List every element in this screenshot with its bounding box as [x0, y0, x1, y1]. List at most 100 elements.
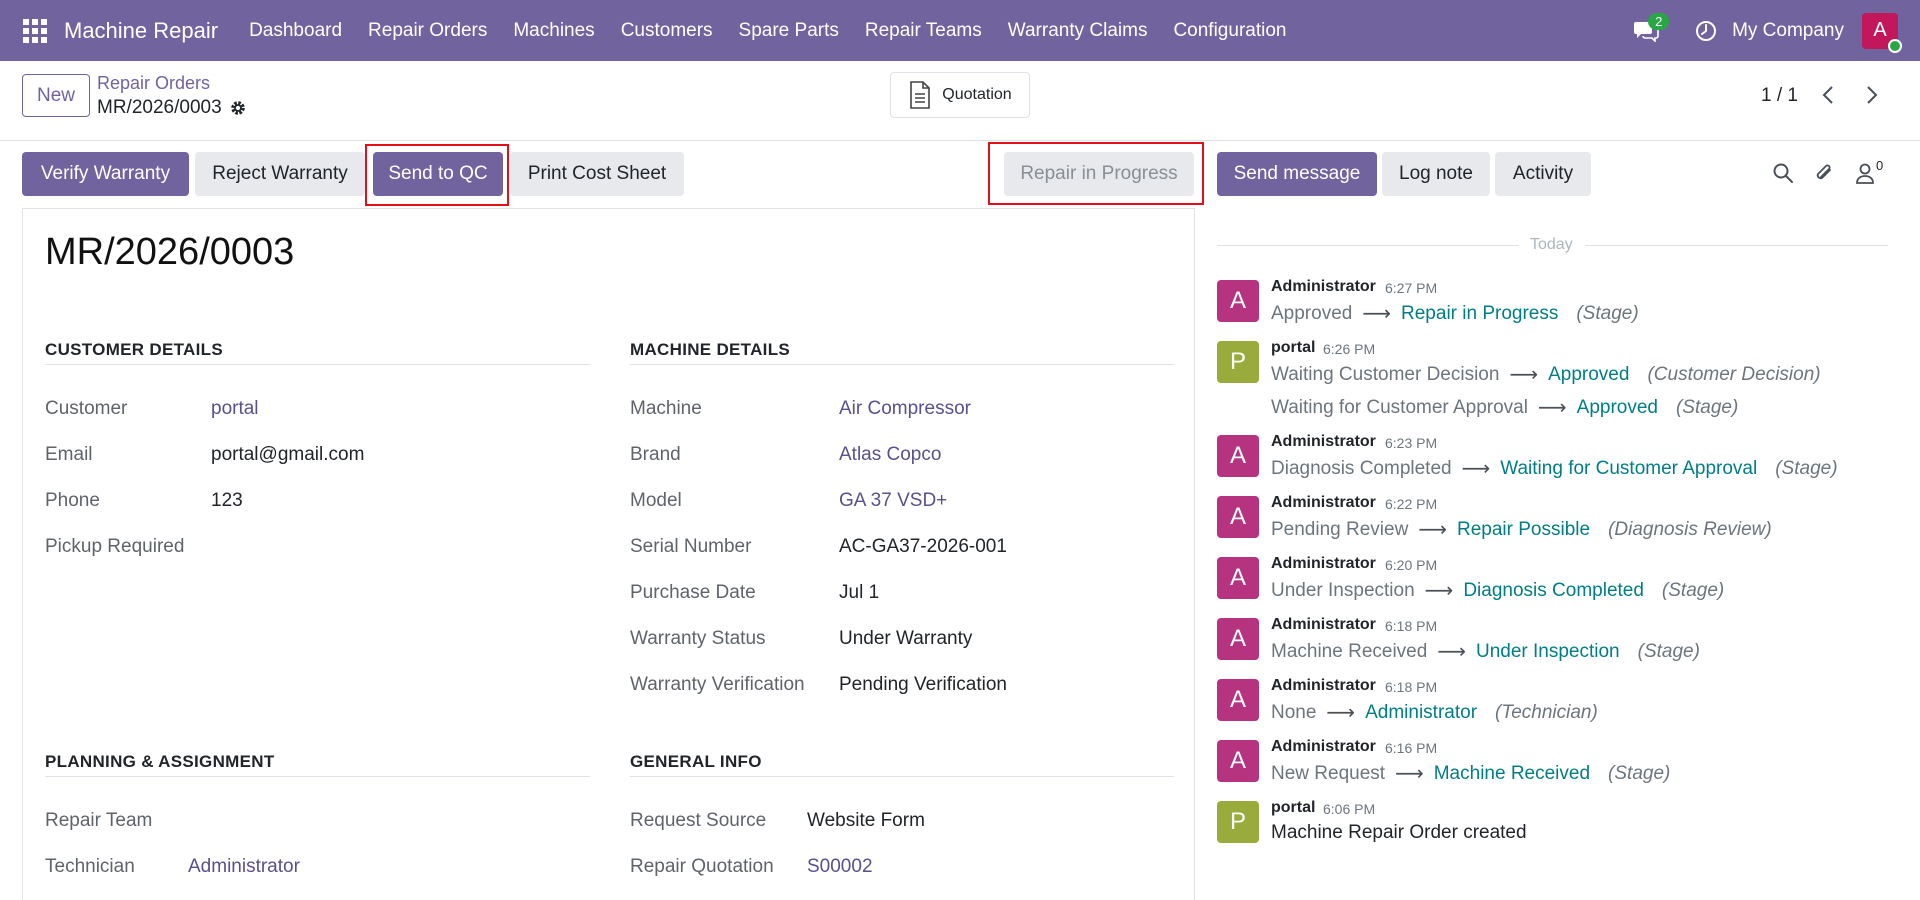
- machine-link[interactable]: Air Compressor: [839, 398, 971, 420]
- message-author[interactable]: Administrator: [1271, 555, 1376, 573]
- phone-field[interactable]: 123: [211, 490, 243, 512]
- message-author[interactable]: Administrator: [1271, 278, 1376, 296]
- warranty-verification-field[interactable]: Pending Verification: [839, 674, 1007, 696]
- activity-clock-icon[interactable]: [1686, 11, 1726, 51]
- warranty-status-field[interactable]: Under Warranty: [839, 628, 972, 650]
- menu-warranty-claims[interactable]: Warranty Claims: [995, 20, 1161, 42]
- old-value: Approved: [1271, 302, 1353, 324]
- user-icon: [1856, 163, 1874, 184]
- warranty-status-label: Warranty Status: [630, 628, 766, 649]
- tracking-change: Pending Review ⟶ Repair Possible (Diagnosis…: [1271, 517, 1772, 542]
- message-author[interactable]: Administrator: [1271, 494, 1376, 512]
- customer-link[interactable]: portal: [211, 398, 259, 420]
- verify-warranty-button[interactable]: Verify Warranty: [22, 152, 189, 196]
- chevron-left-icon[interactable]: [1816, 80, 1840, 110]
- date-divider-right: [1585, 245, 1888, 246]
- tracking-change: Waiting Customer Decision ⟶ Approved (Custo…: [1271, 362, 1821, 387]
- send-message-button[interactable]: Send message: [1217, 152, 1377, 196]
- model-label: Model: [630, 490, 682, 511]
- message-author[interactable]: portal: [1271, 799, 1315, 817]
- message-avatar[interactable]: A: [1217, 740, 1259, 782]
- serial-number-field[interactable]: AC-GA37-2026-001: [839, 536, 1007, 558]
- arrow-right-icon: ⟶: [1437, 641, 1466, 663]
- message-author[interactable]: Administrator: [1271, 433, 1376, 451]
- old-value: Waiting for Customer Approval: [1271, 396, 1528, 418]
- log-note-button[interactable]: Log note: [1382, 152, 1490, 196]
- menu-dashboard[interactable]: Dashboard: [236, 20, 355, 42]
- app-name[interactable]: Machine Repair: [64, 18, 218, 44]
- message-avatar[interactable]: A: [1217, 557, 1259, 599]
- tracking-change: Machine Received ⟶ Under Inspection (Stage): [1271, 639, 1700, 664]
- breadcrumb-repair-orders[interactable]: Repair Orders: [97, 73, 210, 94]
- activity-button[interactable]: Activity: [1495, 152, 1591, 196]
- message-count-badge: 2: [1648, 12, 1670, 30]
- machine-details-heading: MACHINE DETAILS: [630, 340, 791, 359]
- email-field[interactable]: portal@gmail.com: [211, 444, 364, 466]
- arrow-right-icon: ⟶: [1418, 519, 1447, 541]
- paperclip-icon[interactable]: [1813, 162, 1835, 189]
- technician-label: Technician: [45, 856, 135, 877]
- repair-quotation-link[interactable]: S00002: [807, 856, 873, 878]
- model-link[interactable]: GA 37 VSD+: [839, 490, 947, 512]
- tracking-change: Approved ⟶ Repair in Progress (Stage): [1271, 301, 1639, 326]
- old-value: Diagnosis Completed: [1271, 457, 1452, 479]
- arrow-right-icon: ⟶: [1537, 397, 1567, 419]
- message-avatar[interactable]: A: [1217, 618, 1259, 660]
- print-cost-sheet-button[interactable]: Print Cost Sheet: [510, 152, 684, 196]
- company-switcher[interactable]: My Company: [1732, 20, 1844, 42]
- message-avatar[interactable]: A: [1217, 435, 1259, 477]
- message-author[interactable]: Administrator: [1271, 616, 1376, 634]
- message-avatar[interactable]: P: [1217, 341, 1259, 383]
- brand-link[interactable]: Atlas Copco: [839, 444, 941, 466]
- tracking-change: Under Inspection ⟶ Diagnosis Completed (Sta…: [1271, 578, 1724, 603]
- purchase-date-field[interactable]: Jul 1: [839, 582, 879, 604]
- quotation-smart-button[interactable]: Quotation: [890, 72, 1030, 118]
- gear-icon[interactable]: [230, 100, 246, 116]
- message-author[interactable]: Administrator: [1271, 677, 1376, 695]
- message-avatar[interactable]: A: [1217, 280, 1259, 322]
- menu-repair-orders[interactable]: Repair Orders: [355, 20, 500, 42]
- reject-warranty-button[interactable]: Reject Warranty: [195, 152, 365, 196]
- pager-value[interactable]: 1 / 1: [1761, 85, 1798, 107]
- menu-configuration[interactable]: Configuration: [1160, 20, 1299, 42]
- menu-repair-teams[interactable]: Repair Teams: [852, 20, 995, 42]
- technician-link[interactable]: Administrator: [188, 856, 300, 878]
- message-author[interactable]: Administrator: [1271, 738, 1376, 756]
- menu-machines[interactable]: Machines: [500, 20, 607, 42]
- message-avatar[interactable]: A: [1217, 496, 1259, 538]
- message-avatar[interactable]: P: [1217, 801, 1259, 843]
- old-value: New Request: [1271, 762, 1386, 784]
- chevron-right-icon[interactable]: [1860, 80, 1884, 110]
- user-initial: A: [1873, 19, 1887, 41]
- followers-button[interactable]: 0: [1855, 158, 1883, 184]
- user-avatar[interactable]: A: [1862, 12, 1902, 53]
- messaging-icon[interactable]: 2: [1626, 11, 1670, 51]
- date-divider-label: Today: [1530, 236, 1573, 253]
- message-time: 6:06 PM: [1323, 801, 1376, 817]
- changed-field: (Stage): [1661, 579, 1725, 601]
- message-author[interactable]: portal: [1271, 339, 1315, 357]
- section-divider: [45, 364, 590, 365]
- new-value: Machine Received: [1433, 762, 1591, 784]
- message-time: 6:18 PM: [1385, 679, 1438, 695]
- request-source-field[interactable]: Website Form: [807, 810, 925, 832]
- record-title: MR/2026/0003: [45, 231, 295, 273]
- brand-label: Brand: [630, 444, 681, 465]
- online-status-dot: [1888, 38, 1902, 53]
- message-time: 6:16 PM: [1385, 740, 1438, 756]
- menu-spare-parts[interactable]: Spare Parts: [726, 20, 852, 42]
- menu-customers[interactable]: Customers: [608, 20, 726, 42]
- record-name: MR/2026/0003: [97, 97, 222, 118]
- warranty-verification-label: Warranty Verification: [630, 674, 805, 695]
- message-time: 6:26 PM: [1323, 341, 1376, 357]
- top-navbar: Machine Repair Dashboard Repair Orders M…: [0, 0, 1920, 61]
- new-value: Approved: [1576, 396, 1658, 418]
- new-value: Waiting for Customer Approval: [1500, 457, 1758, 479]
- planning-heading: PLANNING & ASSIGNMENT: [45, 752, 275, 771]
- customer-details-heading: CUSTOMER DETAILS: [45, 340, 223, 359]
- app-menu-icon[interactable]: [0, 0, 70, 61]
- search-icon[interactable]: [1772, 162, 1794, 189]
- new-button[interactable]: New: [22, 74, 90, 117]
- arrow-right-icon: ⟶: [1509, 364, 1539, 386]
- message-avatar[interactable]: A: [1217, 679, 1259, 721]
